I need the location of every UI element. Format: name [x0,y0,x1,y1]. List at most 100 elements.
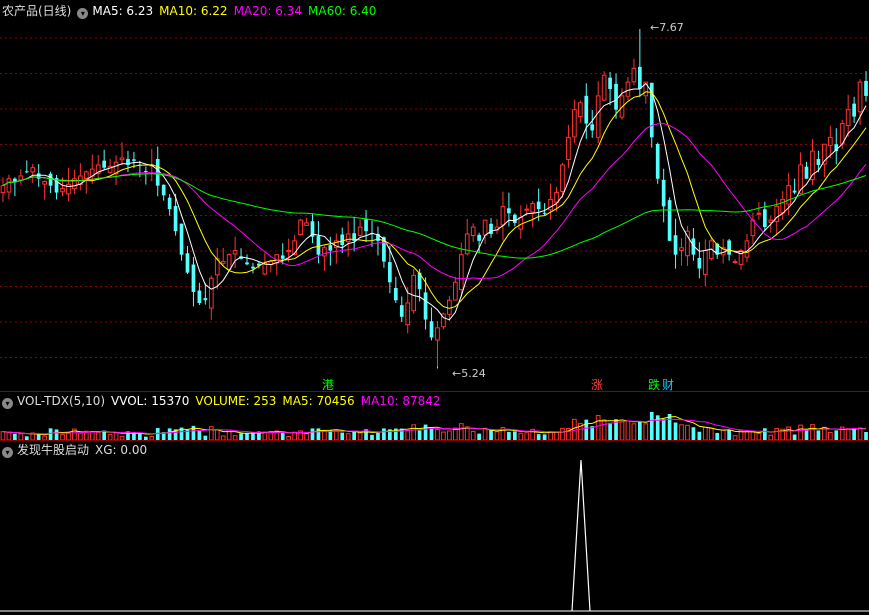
candle[interactable] [393,288,398,301]
candle[interactable] [756,212,762,215]
candle[interactable] [197,290,202,303]
volume-bar[interactable] [727,429,731,440]
candle[interactable] [804,166,809,179]
candle[interactable] [452,281,458,301]
candle[interactable] [697,258,702,269]
candle[interactable] [328,245,333,251]
candle[interactable] [530,203,536,213]
candle[interactable] [364,219,368,232]
candle[interactable] [83,171,89,179]
candle[interactable] [786,185,791,205]
candle[interactable] [42,181,47,185]
volume-bar[interactable] [774,427,780,441]
volume-bar[interactable] [715,432,720,440]
volume-bar[interactable] [601,419,607,441]
candle[interactable] [226,254,232,270]
volume-bar[interactable] [643,423,649,441]
volume-bar[interactable] [78,432,83,441]
volume-bar[interactable] [376,432,380,440]
collapse-circle-icon[interactable]: ▾ [77,8,89,19]
candle[interactable] [857,81,863,113]
candle[interactable] [572,109,577,138]
candle[interactable] [661,179,666,207]
candle[interactable] [477,234,481,241]
candle[interactable] [13,178,17,182]
candle[interactable] [411,274,417,312]
volume-bar[interactable] [816,430,821,440]
volume-bar[interactable] [458,423,464,441]
candle[interactable] [30,167,36,173]
candle[interactable] [316,236,321,255]
volume-bar[interactable] [518,432,524,441]
volume-bar[interactable] [239,433,243,440]
volume-bar[interactable] [685,424,690,441]
candle[interactable] [173,206,178,232]
volume-bar[interactable] [167,428,172,440]
volume-bar[interactable] [447,430,452,441]
volume-bar[interactable] [691,427,696,440]
candle[interactable] [638,66,642,90]
candle[interactable] [577,102,583,118]
volume-bar[interactable] [619,421,625,441]
candle[interactable] [357,226,363,236]
volume-bar[interactable] [214,429,220,441]
candle[interactable] [60,187,65,193]
volume-bar[interactable] [54,429,59,440]
candle[interactable] [423,292,428,320]
candle[interactable] [298,219,303,236]
candle[interactable] [500,205,506,226]
candle[interactable] [447,299,452,315]
volume-bar[interactable] [827,431,833,441]
volume-bar[interactable] [857,427,863,441]
volume-bar[interactable] [631,423,637,441]
volume-bar[interactable] [667,413,672,440]
volume-bar[interactable] [417,430,422,440]
volume-bar[interactable] [6,432,12,441]
candle[interactable] [655,143,660,179]
candle[interactable] [179,223,184,255]
candle[interactable] [816,158,821,165]
candle[interactable] [852,103,856,117]
candle[interactable] [584,95,589,124]
candle[interactable] [429,321,434,338]
volume-bar[interactable] [762,428,767,440]
volume-bar[interactable] [697,431,702,440]
candle[interactable] [507,208,511,214]
volume-bar[interactable] [352,431,356,440]
volume-bar[interactable] [435,428,440,441]
candle[interactable] [458,254,464,291]
volume-bar[interactable] [95,431,101,441]
candle[interactable] [251,266,255,269]
candle[interactable] [191,264,196,292]
candle[interactable] [304,222,309,226]
candle[interactable] [232,250,238,255]
volume-bar[interactable] [280,432,285,440]
candle[interactable] [405,302,411,326]
collapse-circle-icon[interactable]: ▾ [2,398,13,409]
signal-chart[interactable] [0,441,869,615]
candle[interactable] [0,185,6,194]
candle[interactable] [679,247,684,252]
candle[interactable] [625,81,631,97]
candle[interactable] [667,200,672,241]
volume-bar[interactable] [625,420,631,441]
candle[interactable] [702,250,708,275]
candle[interactable] [601,74,607,101]
candle[interactable] [631,67,637,83]
signal-panel[interactable]: ▾ 发现牛股启动 XG: 0.00 [0,441,869,615]
candle[interactable] [732,261,738,264]
candle[interactable] [208,277,214,309]
candle[interactable] [560,164,565,192]
candle[interactable] [595,95,601,138]
volume-bar[interactable] [524,432,530,441]
volume-bar[interactable] [382,428,386,440]
candle[interactable] [792,190,797,193]
candle[interactable] [185,253,190,273]
candle[interactable] [119,157,125,161]
candle[interactable] [566,136,571,161]
candle[interactable] [542,212,547,214]
candle[interactable] [167,197,172,210]
candle[interactable] [673,235,678,255]
volume-bar[interactable] [399,428,404,440]
volume-bar[interactable] [786,426,791,441]
